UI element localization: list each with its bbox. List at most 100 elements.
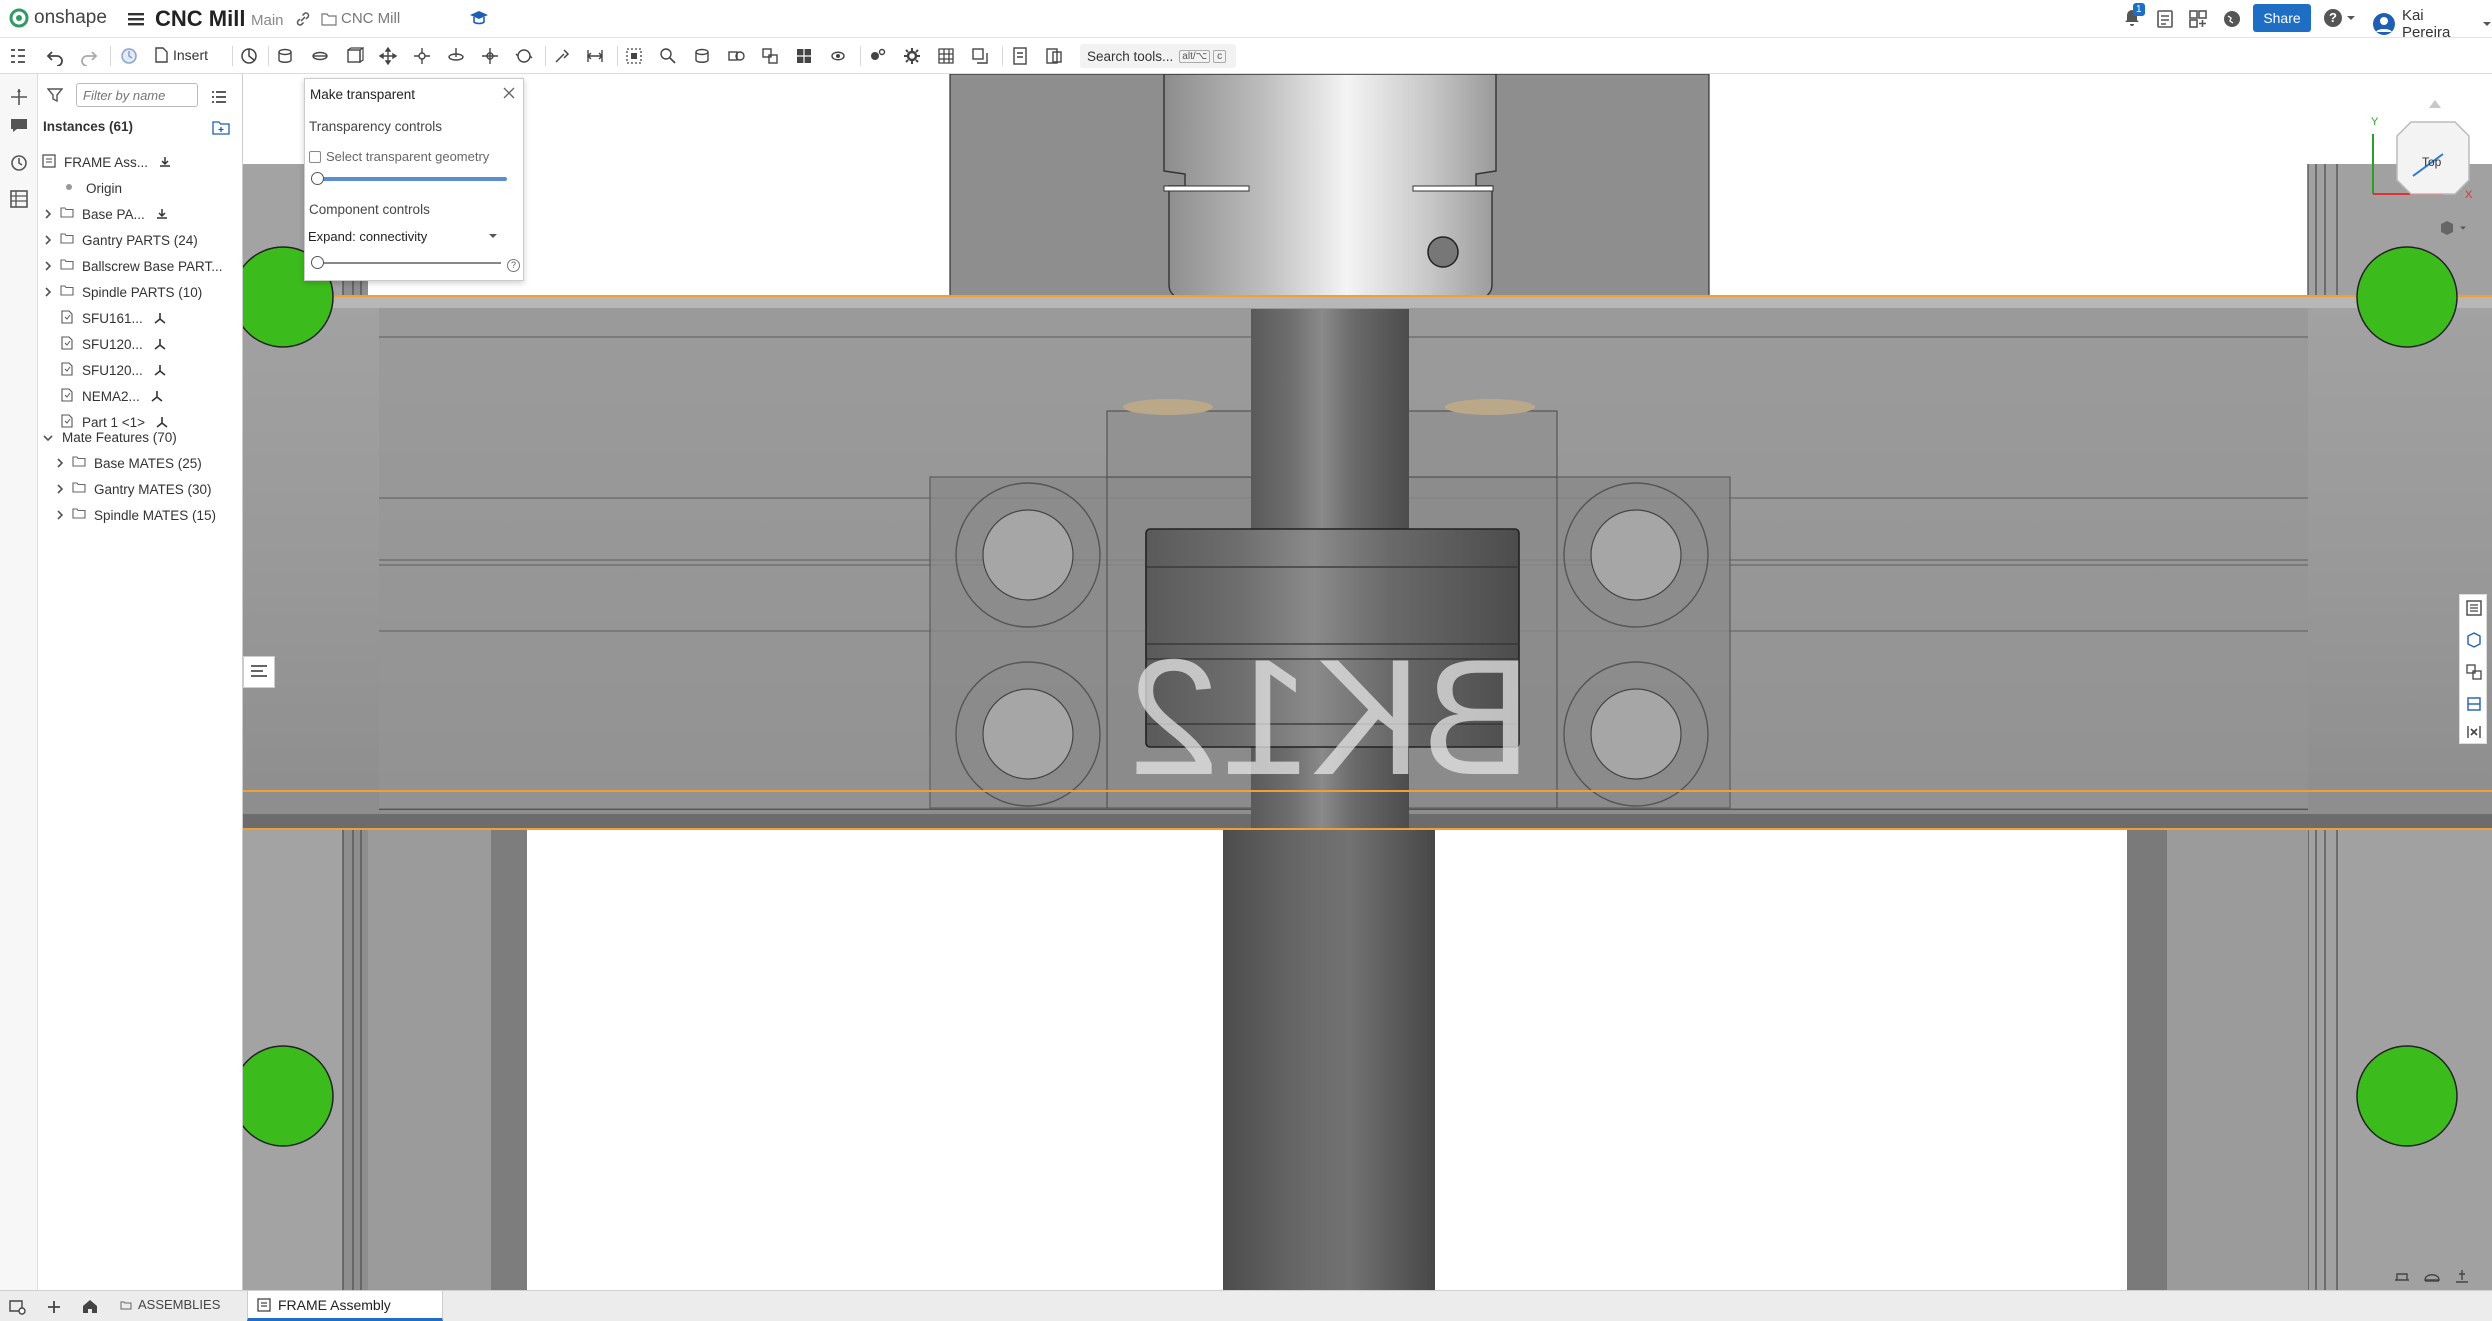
mate-folder-item[interactable]: Gantry MATES (30) xyxy=(52,478,212,500)
cad-model-render[interactable]: BK12 xyxy=(243,74,2492,1290)
green-marker[interactable] xyxy=(243,1045,334,1147)
help-menu[interactable]: ? xyxy=(2324,9,2356,27)
named-views-icon[interactable] xyxy=(1008,44,1032,68)
slider-thumb[interactable] xyxy=(311,172,324,185)
mate-folder-item[interactable]: Base MATES (25) xyxy=(52,452,202,474)
branch-label[interactable]: Main xyxy=(251,12,284,29)
chevron-right-icon[interactable] xyxy=(42,234,54,246)
filter-input[interactable] xyxy=(76,83,198,107)
menu-icon[interactable] xyxy=(126,9,146,29)
linear-relation-icon[interactable] xyxy=(792,44,816,68)
tree-item[interactable]: Gantry PARTS (24) xyxy=(38,229,198,251)
transparency-slider[interactable] xyxy=(311,172,507,186)
screw-relation-icon[interactable] xyxy=(758,44,782,68)
help-icon[interactable]: ? xyxy=(507,259,520,272)
notifications-button[interactable]: 1 xyxy=(2122,3,2146,30)
tree-item[interactable]: Origin xyxy=(64,177,122,199)
group-icon[interactable] xyxy=(622,44,646,68)
lower-shaft[interactable] xyxy=(1223,829,1435,1290)
section-view-icon[interactable] xyxy=(968,44,992,68)
gear-relation-icon[interactable] xyxy=(690,44,714,68)
feature-list-icon[interactable] xyxy=(6,44,30,68)
gear-icon[interactable] xyxy=(900,44,924,68)
home-button[interactable] xyxy=(78,1295,102,1317)
folder-breadcrumb[interactable]: CNC Mill xyxy=(321,10,400,27)
expand-select[interactable]: Expand: connectivity xyxy=(308,225,498,247)
rack-pinion-icon[interactable] xyxy=(724,44,748,68)
document-title[interactable]: CNC Mill xyxy=(155,6,245,32)
green-marker[interactable] xyxy=(2356,246,2458,348)
chevron-right-icon[interactable] xyxy=(54,509,66,521)
undo-icon[interactable] xyxy=(43,44,67,68)
replicate-icon[interactable] xyxy=(237,44,261,68)
variables-panel-icon[interactable] xyxy=(2465,723,2483,741)
insert-button[interactable]: Insert xyxy=(154,47,208,63)
checkbox[interactable] xyxy=(309,150,321,163)
view-cube-face-label[interactable]: Top xyxy=(2422,155,2441,169)
tab-frame-assembly[interactable]: FRAME Assembly xyxy=(247,1291,443,1321)
learning-globe-icon[interactable] xyxy=(2222,9,2242,29)
feature-list-toggle[interactable] xyxy=(243,656,275,688)
parallel-mate-icon[interactable] xyxy=(583,44,607,68)
tree-item[interactable]: Base PA... xyxy=(38,203,169,225)
zoom-to-fit-icon[interactable] xyxy=(2393,1268,2411,1284)
cam-icon[interactable] xyxy=(826,44,850,68)
chevron-right-icon[interactable] xyxy=(54,483,66,495)
configuration-panel-icon[interactable] xyxy=(2465,663,2483,681)
view-cube[interactable]: Top Y X xyxy=(2353,84,2481,212)
washer[interactable] xyxy=(1123,399,1213,415)
assemblies-folder-tab[interactable]: ASSEMBLIES xyxy=(120,1297,220,1312)
list-view-icon[interactable] xyxy=(211,89,227,105)
app-store-icon[interactable] xyxy=(2188,9,2208,29)
measure-icon[interactable] xyxy=(934,44,958,68)
component-slider[interactable] xyxy=(311,256,501,270)
release-candidates-icon[interactable] xyxy=(2155,9,2175,29)
chevron-right-icon[interactable] xyxy=(54,457,66,469)
tree-item[interactable]: FRAME Ass... xyxy=(42,151,172,173)
lower-left-leg[interactable] xyxy=(368,829,498,1290)
user-menu[interactable]: Kai Pereira xyxy=(2372,7,2492,41)
bom-icon[interactable] xyxy=(1042,44,1066,68)
revolute-mate-icon[interactable] xyxy=(342,44,366,68)
link-icon[interactable] xyxy=(295,11,311,27)
view-mode-menu[interactable] xyxy=(2438,219,2467,237)
tree-item[interactable]: SFU161... xyxy=(38,307,167,329)
learning-center-icon[interactable] xyxy=(469,9,489,27)
add-tab-button[interactable] xyxy=(42,1296,66,1318)
fastened-mate-icon[interactable] xyxy=(308,44,332,68)
washer[interactable] xyxy=(1445,399,1535,415)
new-folder-icon[interactable] xyxy=(212,119,230,135)
slider-mate-icon[interactable] xyxy=(376,44,400,68)
chevron-right-icon[interactable] xyxy=(42,260,54,272)
tree-item[interactable]: Ballscrew Base PART... xyxy=(38,255,223,277)
properties-panel-icon[interactable] xyxy=(2465,599,2483,617)
chevron-right-icon[interactable] xyxy=(42,208,54,220)
comments-icon[interactable] xyxy=(8,114,30,136)
tab-manager-icon[interactable] xyxy=(8,1298,28,1316)
tree-item[interactable]: SFU120... xyxy=(38,333,167,355)
tree-item[interactable]: SFU120... xyxy=(38,359,167,381)
set-screw[interactable] xyxy=(1427,236,1459,268)
tree-item[interactable]: Spindle PARTS (10) xyxy=(38,281,202,303)
rebuild-icon[interactable] xyxy=(117,44,141,68)
mate-connector-icon[interactable] xyxy=(550,44,574,68)
ball-mate-icon[interactable] xyxy=(512,44,536,68)
view-orientation-icon[interactable] xyxy=(2423,1268,2441,1284)
select-transparent-checkbox[interactable]: Select transparent geometry xyxy=(309,149,489,164)
history-icon[interactable] xyxy=(8,152,30,174)
graphics-viewport[interactable]: BK12 Make transparent Transparency contr… xyxy=(243,74,2492,1290)
share-button[interactable]: Share xyxy=(2253,4,2311,32)
chevron-right-icon[interactable] xyxy=(42,286,54,298)
pin-slot-mate-icon[interactable] xyxy=(478,44,502,68)
appearance-panel-icon[interactable] xyxy=(2465,631,2483,649)
linear-pattern-icon[interactable] xyxy=(273,44,297,68)
search-tools-button[interactable]: Search tools... alt/⌥ c xyxy=(1080,44,1236,68)
redo-icon[interactable] xyxy=(77,44,101,68)
close-icon[interactable] xyxy=(502,86,516,100)
mate-folder-item[interactable]: Spindle MATES (15) xyxy=(52,504,216,526)
green-marker[interactable] xyxy=(2356,1045,2458,1147)
explode-view-icon[interactable] xyxy=(866,44,890,68)
tree-item[interactable]: NEMA2... xyxy=(38,385,164,407)
mate-features-row[interactable]: Mate Features (70) xyxy=(38,430,177,445)
mate-values-panel-icon[interactable] xyxy=(2465,695,2483,713)
